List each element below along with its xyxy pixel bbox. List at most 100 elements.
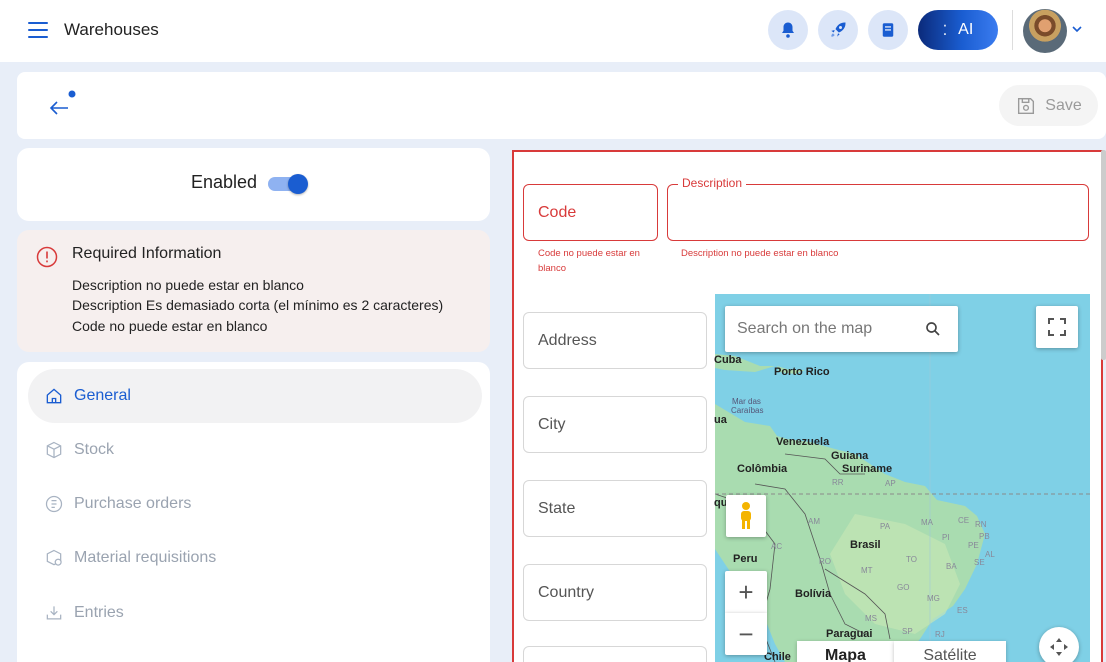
bell-icon xyxy=(782,22,794,38)
nav-item-stock[interactable]: Stock xyxy=(28,423,482,477)
map-label: RJ xyxy=(935,630,945,639)
launch-button[interactable] xyxy=(818,10,858,50)
purchase-order-icon xyxy=(45,495,63,513)
map-label: RR xyxy=(832,478,844,487)
pegman-icon xyxy=(741,502,751,529)
required-message: Description Es demasiado corta (el mínim… xyxy=(72,297,444,313)
required-message: Code no puede estar en blanco xyxy=(72,318,268,334)
ai-button[interactable]: ⁚ AI xyxy=(918,10,998,50)
zoom-out-button[interactable]: − xyxy=(725,613,767,655)
country-placeholder: Country xyxy=(538,583,595,601)
top-bar: Warehouses ⁚ AI xyxy=(0,0,1106,62)
header-card xyxy=(17,72,1106,139)
topbar-divider xyxy=(1012,10,1013,50)
map-label: Brasil xyxy=(850,539,881,551)
nav-item-material-requisitions[interactable]: Material requisitions xyxy=(28,531,482,585)
country-input[interactable]: Country xyxy=(523,564,707,621)
map-label: Guiana xyxy=(831,450,869,462)
nav-item-label: Material requisitions xyxy=(74,549,217,566)
code-error: Code no puede estar en blanco xyxy=(538,248,640,274)
enabled-toggle[interactable] xyxy=(268,174,308,194)
map-label: PB xyxy=(979,532,990,541)
map-search-input[interactable]: Search on the map xyxy=(725,306,958,352)
nav-item-entries[interactable]: Entries xyxy=(28,586,482,640)
map-pan-button[interactable] xyxy=(1039,627,1079,662)
map-label: MA xyxy=(921,518,933,527)
nav-item-label: Stock xyxy=(74,441,115,458)
map-label: AM xyxy=(808,517,820,526)
description-input[interactable] xyxy=(667,184,1089,241)
requisition-icon xyxy=(46,549,62,566)
page-title: Warehouses xyxy=(64,20,159,39)
map-label: Mar das xyxy=(732,397,761,406)
book-icon xyxy=(882,23,894,37)
fullscreen-button[interactable] xyxy=(1036,306,1078,348)
map-label: Paraguai xyxy=(826,628,873,640)
nav-item-general[interactable]: General xyxy=(28,369,482,423)
map-label: Porto Rico xyxy=(774,366,830,378)
map-label: BA xyxy=(946,562,957,571)
alert-circle-icon xyxy=(36,246,58,268)
map-type-satellite[interactable]: Satélite xyxy=(894,641,1006,662)
map-type-map[interactable]: Mapa xyxy=(797,641,894,662)
description-legend: Description xyxy=(678,176,747,190)
home-icon xyxy=(46,388,62,404)
form-scrollbar[interactable] xyxy=(1101,150,1106,360)
map-label: PI xyxy=(942,533,950,542)
map-label: AP xyxy=(885,479,896,488)
next-input[interactable] xyxy=(523,646,707,662)
map-label: MG xyxy=(927,594,940,603)
map-search-placeholder: Search on the map xyxy=(737,320,873,337)
state-input[interactable]: State xyxy=(523,480,707,537)
map-label: Suriname xyxy=(842,463,893,475)
address-input[interactable]: Address xyxy=(523,312,707,369)
back-arrow-icon[interactable] xyxy=(46,90,78,120)
map-label: RO xyxy=(819,557,831,566)
notifications-button[interactable] xyxy=(768,10,808,50)
nav-item-label: Entries xyxy=(74,604,124,621)
save-button-label: Save xyxy=(1045,96,1082,114)
nav-item-label: Purchase orders xyxy=(74,495,192,512)
city-placeholder: City xyxy=(538,415,566,433)
map-label: Chile xyxy=(764,651,791,662)
compass-icon xyxy=(1050,638,1068,656)
docs-button[interactable] xyxy=(868,10,908,50)
map-label: MS xyxy=(865,614,877,623)
box-icon xyxy=(46,441,62,459)
save-icon xyxy=(1018,97,1035,114)
chevron-down-icon[interactable] xyxy=(1071,24,1083,34)
map-label: AC xyxy=(771,542,783,551)
map-label: Venezuela xyxy=(776,436,830,448)
search-icon[interactable] xyxy=(924,320,942,338)
map-label: PE xyxy=(968,541,979,550)
code-placeholder: Code xyxy=(538,203,577,221)
description-error: Description no puede estar en blanco xyxy=(681,248,839,259)
save-button[interactable]: Save xyxy=(999,85,1098,126)
map-label: Cuba xyxy=(714,354,742,366)
map-label: SP xyxy=(902,627,913,636)
required-message: Description no puede estar en blanco xyxy=(72,277,304,293)
nav-item-label: General xyxy=(74,387,131,404)
city-input[interactable]: City xyxy=(523,396,707,453)
map-label: Colômbia xyxy=(737,463,788,475)
entries-icon xyxy=(46,606,62,620)
fullscreen-icon xyxy=(1048,318,1066,336)
map-label: ua xyxy=(714,414,727,426)
menu-icon[interactable] xyxy=(28,22,48,39)
map-label: TO xyxy=(906,555,917,564)
map-label: RN xyxy=(975,520,987,529)
map-label: GO xyxy=(897,583,910,592)
code-input[interactable]: Code xyxy=(523,184,658,241)
rocket-icon xyxy=(831,22,846,37)
map-label: MT xyxy=(861,566,873,575)
address-placeholder: Address xyxy=(538,331,597,349)
map-label: AL xyxy=(985,550,995,559)
nav-item-purchase-orders[interactable]: Purchase orders xyxy=(28,477,482,531)
sparkle-icon: ⁚ xyxy=(942,21,949,38)
state-placeholder: State xyxy=(538,499,576,517)
avatar[interactable] xyxy=(1023,9,1067,53)
zoom-in-button[interactable]: + xyxy=(725,571,767,613)
map-label: Peru xyxy=(733,553,758,565)
street-view-button[interactable] xyxy=(726,495,766,537)
map-label: SE xyxy=(974,558,985,567)
